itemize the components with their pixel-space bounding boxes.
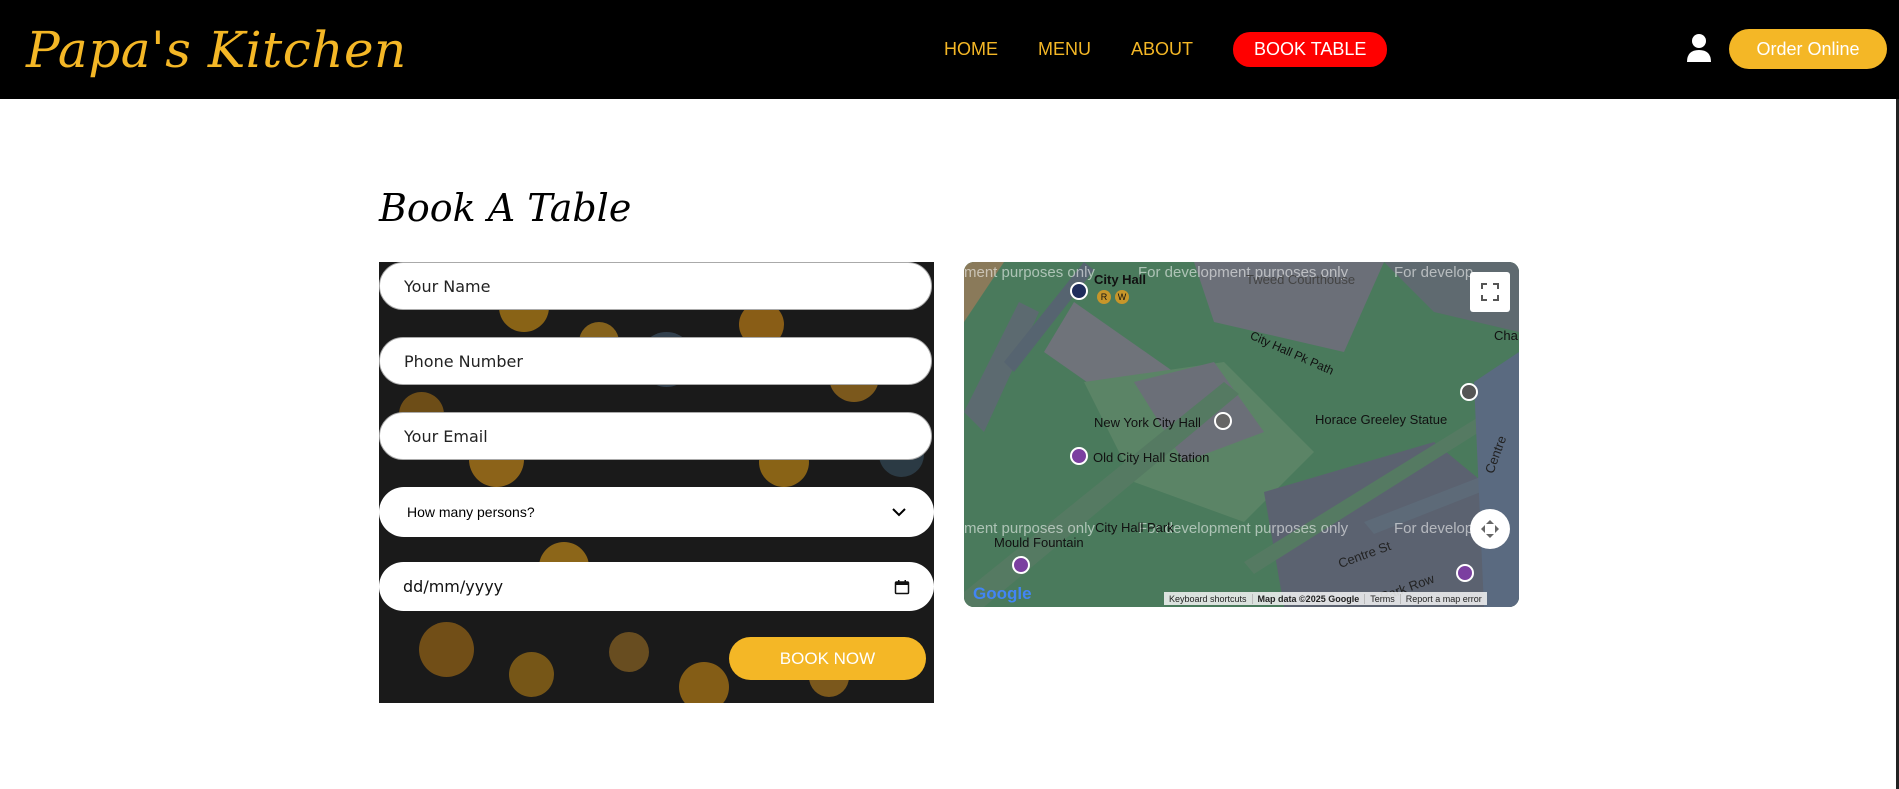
persons-select[interactable]: How many persons? bbox=[379, 487, 934, 537]
calendar-icon[interactable] bbox=[894, 579, 910, 595]
nav-menu[interactable]: MENU bbox=[1038, 39, 1091, 60]
order-online-button[interactable]: Order Online bbox=[1729, 29, 1887, 69]
statue-icon[interactable] bbox=[1460, 383, 1478, 401]
subway-line-r: R bbox=[1097, 290, 1111, 304]
nav-home[interactable]: HOME bbox=[944, 39, 998, 60]
map-label-city-hall[interactable]: City Hall bbox=[1094, 272, 1146, 287]
email-input[interactable] bbox=[379, 412, 932, 460]
map-label-tweed[interactable]: Tweed Courthouse bbox=[1246, 272, 1355, 287]
persons-select-value: How many persons? bbox=[407, 504, 535, 520]
main-nav: HOME MENU ABOUT BOOK TABLE bbox=[944, 31, 1388, 67]
nav-about[interactable]: ABOUT bbox=[1131, 39, 1193, 60]
map-label-park: City Hall Park bbox=[1095, 520, 1174, 535]
google-logo-text: Google bbox=[973, 584, 1032, 603]
date-placeholder: dd/mm/yyyy bbox=[403, 577, 504, 596]
fountain-icon[interactable] bbox=[1012, 556, 1030, 574]
map-label-nych[interactable]: New York City Hall bbox=[1094, 415, 1201, 430]
dev-watermark: For develop bbox=[1394, 520, 1474, 537]
poi-icon[interactable] bbox=[1456, 564, 1474, 582]
station-icon[interactable] bbox=[1070, 447, 1088, 465]
subway-icon[interactable] bbox=[1070, 282, 1088, 300]
camera-control-icon[interactable] bbox=[1470, 509, 1510, 549]
nav-book-table[interactable]: BOOK TABLE bbox=[1233, 31, 1388, 67]
brand-logo[interactable]: Papa's Kitchen bbox=[26, 16, 407, 84]
booking-form: How many persons? dd/mm/yyyy BOOK NOW bbox=[379, 262, 934, 703]
landmark-icon[interactable] bbox=[1214, 412, 1232, 430]
report-error-link[interactable]: Report a map error bbox=[1401, 594, 1487, 604]
dev-watermark: For develop bbox=[1394, 264, 1474, 281]
location-map[interactable]: ment purposes only For development purpo… bbox=[964, 262, 1519, 607]
fullscreen-icon[interactable] bbox=[1470, 272, 1510, 312]
map-tiles bbox=[964, 262, 1519, 607]
page-title: Book A Table bbox=[379, 186, 632, 230]
name-input[interactable] bbox=[379, 262, 932, 310]
map-label-station[interactable]: Old City Hall Station bbox=[1093, 450, 1209, 465]
phone-input[interactable] bbox=[379, 337, 932, 385]
keyboard-shortcuts-link[interactable]: Keyboard shortcuts bbox=[1164, 593, 1253, 604]
dev-watermark: ment purposes only bbox=[964, 264, 1095, 281]
book-now-button[interactable]: BOOK NOW bbox=[729, 637, 926, 680]
subway-line-w: W bbox=[1115, 290, 1129, 304]
terms-link[interactable]: Terms bbox=[1365, 593, 1401, 604]
google-logo[interactable]: Google bbox=[973, 584, 1032, 604]
date-input[interactable]: dd/mm/yyyy bbox=[379, 562, 934, 611]
chevron-down-icon bbox=[892, 508, 906, 517]
map-data-text: Map data ©2025 Google bbox=[1253, 593, 1366, 604]
site-header: Papa's Kitchen HOME MENU ABOUT BOOK TABL… bbox=[0, 0, 1899, 99]
user-icon[interactable] bbox=[1687, 32, 1711, 64]
map-label-greeley[interactable]: Horace Greeley Statue bbox=[1315, 412, 1447, 427]
map-attribution: Keyboard shortcuts Map data ©2025 Google… bbox=[1164, 592, 1487, 605]
map-label-cha: Cha bbox=[1494, 328, 1518, 343]
map-label-fountain[interactable]: Mould Fountain bbox=[994, 535, 1084, 550]
